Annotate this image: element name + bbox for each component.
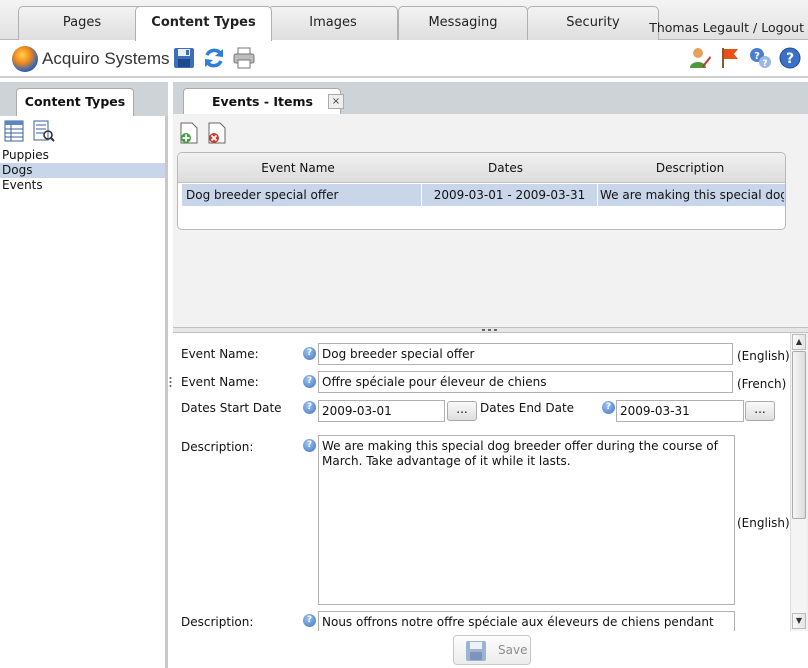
help-glyph: ? bbox=[306, 402, 313, 412]
content-types-panel: Content Types Puppies Dogs Events bbox=[0, 82, 168, 668]
event-name-french-label: Event Name: bbox=[181, 375, 259, 389]
event-name-label: Event Name: bbox=[181, 347, 259, 361]
item-edit-form: Event Name: ? Dog breeder special offer … bbox=[173, 333, 790, 631]
tab-images-label: Images bbox=[309, 15, 357, 30]
description-english-textarea[interactable]: We are making this special dog breeder o… bbox=[318, 435, 735, 605]
column-header-description[interactable]: Description bbox=[593, 153, 785, 183]
grid-header: Event Name Dates Description bbox=[178, 153, 785, 183]
save-disk-icon[interactable] bbox=[172, 46, 196, 70]
form-footer: Save bbox=[173, 631, 808, 668]
form-scrollbar[interactable]: ▲ ▼ bbox=[790, 333, 806, 631]
items-panel: Events - Items × Event Name Dates Descri… bbox=[173, 82, 808, 668]
language-french-label: (French) bbox=[737, 377, 787, 391]
add-item-icon[interactable] bbox=[178, 122, 200, 144]
main-toolbar: Acquiro Systems ? ? ? bbox=[0, 40, 808, 78]
svg-text:?: ? bbox=[762, 59, 767, 69]
help-icon[interactable]: ? bbox=[303, 347, 316, 360]
content-type-item-puppies[interactable]: Puppies bbox=[0, 148, 165, 163]
table-row[interactable]: Dog breeder special offer 2009-03-01 - 2… bbox=[182, 184, 785, 206]
help-glyph: ? bbox=[306, 615, 313, 625]
event-name-english-input[interactable]: Dog breeder special offer bbox=[318, 343, 733, 365]
scroll-up-icon[interactable]: ▲ bbox=[792, 334, 806, 350]
logo: Acquiro Systems bbox=[12, 46, 170, 72]
tab-security-label: Security bbox=[566, 15, 620, 30]
help-glyph: ? bbox=[306, 440, 313, 450]
content-type-item-events[interactable]: Events bbox=[0, 178, 165, 193]
tab-content-types[interactable]: Content Types bbox=[135, 6, 272, 41]
new-content-type-icon[interactable] bbox=[4, 120, 26, 142]
right-tab-strip: Events - Items × bbox=[173, 82, 808, 115]
help-icon[interactable]: ? bbox=[303, 375, 316, 388]
tab-content-types-label: Content Types bbox=[151, 15, 256, 30]
close-icon: × bbox=[331, 96, 341, 107]
help-icon[interactable]: ? bbox=[303, 439, 316, 452]
splitter-grip-icon bbox=[482, 329, 497, 331]
tab-messaging-label: Messaging bbox=[428, 15, 498, 30]
help-glyph: ? bbox=[306, 348, 313, 358]
tab-events-items-label: Events - Items bbox=[212, 94, 313, 109]
dates-start-label: Dates Start Date bbox=[181, 401, 282, 415]
tab-pages-label: Pages bbox=[62, 15, 102, 30]
save-disk-icon bbox=[466, 641, 486, 661]
tab-security[interactable]: Security bbox=[527, 6, 659, 40]
help-glyph: ? bbox=[605, 402, 612, 412]
description-french-label: Description: bbox=[181, 615, 254, 629]
help-icon[interactable]: ? bbox=[303, 401, 316, 414]
description-french-textarea[interactable]: Nous offrons notre offre spéciale aux él… bbox=[318, 611, 735, 631]
left-tab-strip: Content Types bbox=[0, 82, 168, 116]
refresh-icon[interactable] bbox=[202, 46, 226, 70]
help-glyph: ? bbox=[306, 376, 313, 386]
dates-end-input[interactable]: 2009-03-31 bbox=[616, 400, 744, 422]
dates-start-input[interactable]: 2009-03-01 bbox=[318, 400, 445, 422]
description-label: Description: bbox=[181, 440, 254, 454]
event-name-french-input[interactable]: Offre spéciale pour éleveur de chiens bbox=[318, 371, 733, 393]
logo-mark bbox=[12, 46, 38, 72]
content-type-properties-icon[interactable] bbox=[33, 120, 55, 142]
cell-event-name: Dog breeder special offer bbox=[186, 188, 339, 202]
logo-text: Acquiro Systems bbox=[42, 49, 170, 68]
tab-content-types-panel[interactable]: Content Types bbox=[16, 88, 134, 116]
help-chat-icon[interactable]: ? ? bbox=[748, 46, 772, 70]
cell-description: We are making this special dog bbox=[600, 188, 784, 202]
scroll-down-icon[interactable]: ▼ bbox=[792, 613, 806, 629]
flag-icon[interactable] bbox=[718, 46, 742, 70]
items-grid: Event Name Dates Description Dog breeder… bbox=[177, 152, 786, 230]
dates-end-label: Dates End Date bbox=[480, 401, 575, 415]
cell-separator bbox=[597, 184, 598, 206]
language-english-label: (English) bbox=[737, 349, 790, 363]
dates-start-picker-button[interactable]: ... bbox=[447, 401, 477, 421]
tab-pages[interactable]: Pages bbox=[18, 6, 146, 40]
tab-events-items[interactable]: Events - Items × bbox=[183, 88, 344, 115]
help-icon[interactable]: ? bbox=[602, 401, 615, 414]
save-button[interactable]: Save bbox=[453, 635, 531, 665]
user-logout-link[interactable]: Thomas Legault / Logout bbox=[649, 20, 804, 35]
tab-messaging[interactable]: Messaging bbox=[398, 6, 528, 40]
delete-item-icon[interactable] bbox=[206, 122, 228, 144]
top-tab-bar: Pages Content Types Images Messaging Sec… bbox=[0, 0, 808, 41]
user-edit-icon[interactable] bbox=[688, 46, 712, 70]
content-type-item-dogs[interactable]: Dogs bbox=[0, 163, 165, 178]
help-icon[interactable]: ? bbox=[303, 614, 316, 627]
items-list-area: Event Name Dates Description Dog breeder… bbox=[173, 114, 808, 329]
cell-dates: 2009-03-01 - 2009-03-31 bbox=[433, 188, 586, 202]
column-header-event-name[interactable]: Event Name bbox=[178, 153, 418, 183]
print-icon[interactable] bbox=[232, 46, 256, 70]
help-icon[interactable]: ? bbox=[778, 46, 802, 70]
dates-end-picker-button[interactable]: ... bbox=[745, 401, 775, 421]
scrollbar-thumb[interactable] bbox=[792, 351, 806, 519]
tab-images[interactable]: Images bbox=[268, 6, 398, 40]
svg-text:?: ? bbox=[754, 51, 760, 62]
save-button-label: Save bbox=[498, 643, 528, 657]
svg-text:?: ? bbox=[786, 51, 794, 67]
close-tab-button[interactable]: × bbox=[328, 94, 344, 109]
language-english-label: (English) bbox=[737, 516, 790, 530]
column-header-dates[interactable]: Dates bbox=[418, 153, 593, 183]
